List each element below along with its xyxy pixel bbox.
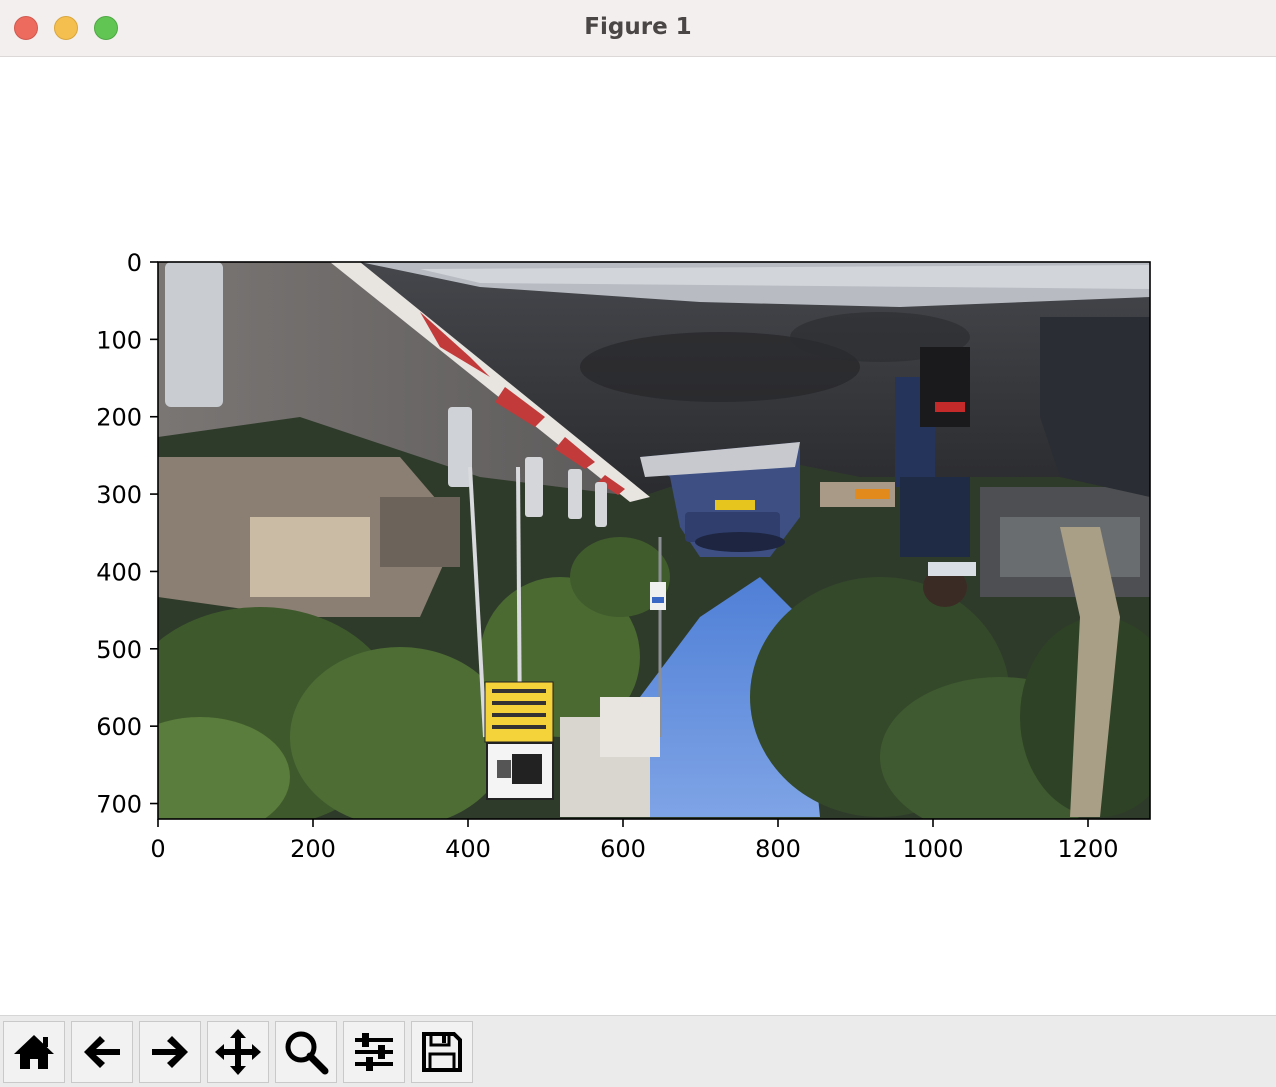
home-button[interactable] [3,1021,65,1083]
title-bar: Figure 1 [0,0,1276,57]
zoom-button-toolbar[interactable] [275,1021,337,1083]
configure-subplots-icon [355,1033,393,1071]
y-tick-label: 600 [96,713,142,741]
y-axis: 0 100 200 300 400 500 600 700 [96,249,158,819]
x-tick-label: 200 [290,835,336,863]
x-tick-label: 800 [755,835,801,863]
navigation-toolbar [0,1015,1276,1087]
y-tick-label: 300 [96,481,142,509]
configure-subplots-button[interactable] [343,1021,405,1083]
x-axis: 0 200 400 600 800 1000 1200 [150,819,1119,863]
back-arrow-icon [84,1036,120,1068]
y-tick-label: 400 [96,558,142,586]
y-tick-label: 100 [96,326,142,354]
window-title: Figure 1 [584,14,692,40]
figure-canvas: 0 200 400 600 800 1000 1200 0 100 200 300 400 500 60… [0,57,1276,1015]
forward-button[interactable] [139,1021,201,1083]
plot-area: 0 200 400 600 800 1000 1200 0 100 200 300 400 500 60… [96,249,1151,863]
save-floppy-icon [422,1032,462,1072]
save-button[interactable] [411,1021,473,1083]
image-photo [158,262,1150,819]
pan-button[interactable] [207,1021,269,1083]
y-tick-label: 200 [96,404,142,432]
x-tick-label: 400 [445,835,491,863]
x-tick-label: 0 [150,835,165,863]
x-tick-label: 1000 [902,835,963,863]
back-button[interactable] [71,1021,133,1083]
forward-arrow-icon [152,1036,188,1068]
y-tick-label: 700 [96,791,142,819]
home-icon [14,1035,54,1069]
y-tick-label: 500 [96,636,142,664]
x-tick-label: 600 [600,835,646,863]
zoom-magnifier-icon [285,1031,329,1075]
x-tick-label: 1200 [1057,835,1118,863]
y-tick-label: 0 [127,249,142,277]
pan-move-icon [215,1029,261,1075]
